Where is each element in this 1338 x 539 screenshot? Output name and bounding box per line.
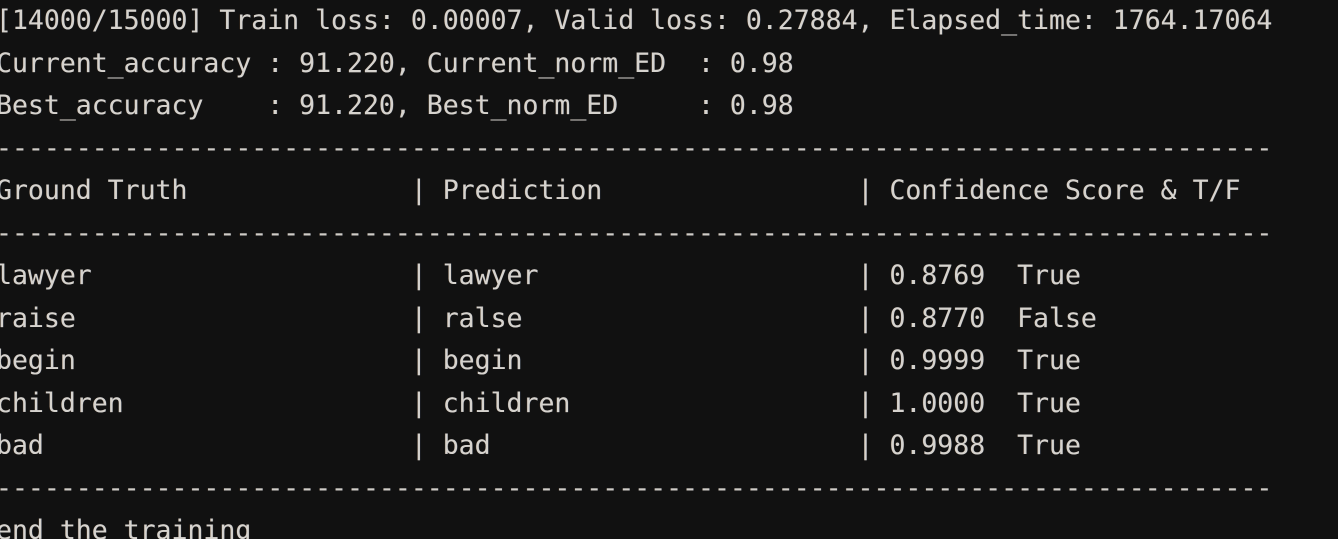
terminal-output: [14000/15000] Train loss: 0.00007, Valid… xyxy=(0,0,1338,539)
table-row: lawyer | lawyer | 0.8769 True xyxy=(0,260,1081,291)
terminal-window[interactable]: [14000/15000] Train loss: 0.00007, Valid… xyxy=(0,0,1338,539)
table-header-row: Ground Truth | Prediction | Confidence S… xyxy=(0,175,1241,206)
log-line-progress: [14000/15000] Train loss: 0.00007, Valid… xyxy=(0,5,1273,36)
separator-rule-header: ----------------------------------------… xyxy=(0,217,1273,249)
table-row: begin | begin | 0.9999 True xyxy=(0,345,1081,376)
table-row: bad | bad | 0.9988 True xyxy=(0,430,1081,461)
table-row: children | children | 1.0000 True xyxy=(0,387,1081,419)
separator-rule-top: ----------------------------------------… xyxy=(0,132,1273,164)
log-line-best-metrics: Best_accuracy : 91.220, Best_norm_ED : 0… xyxy=(0,90,794,121)
log-line-footer: end the training xyxy=(0,515,252,539)
separator-rule-bottom: ----------------------------------------… xyxy=(0,472,1273,504)
table-row: raise | ralse | 0.8770 False xyxy=(0,302,1097,334)
log-line-current-metrics: Current_accuracy : 91.220, Current_norm_… xyxy=(0,47,794,79)
